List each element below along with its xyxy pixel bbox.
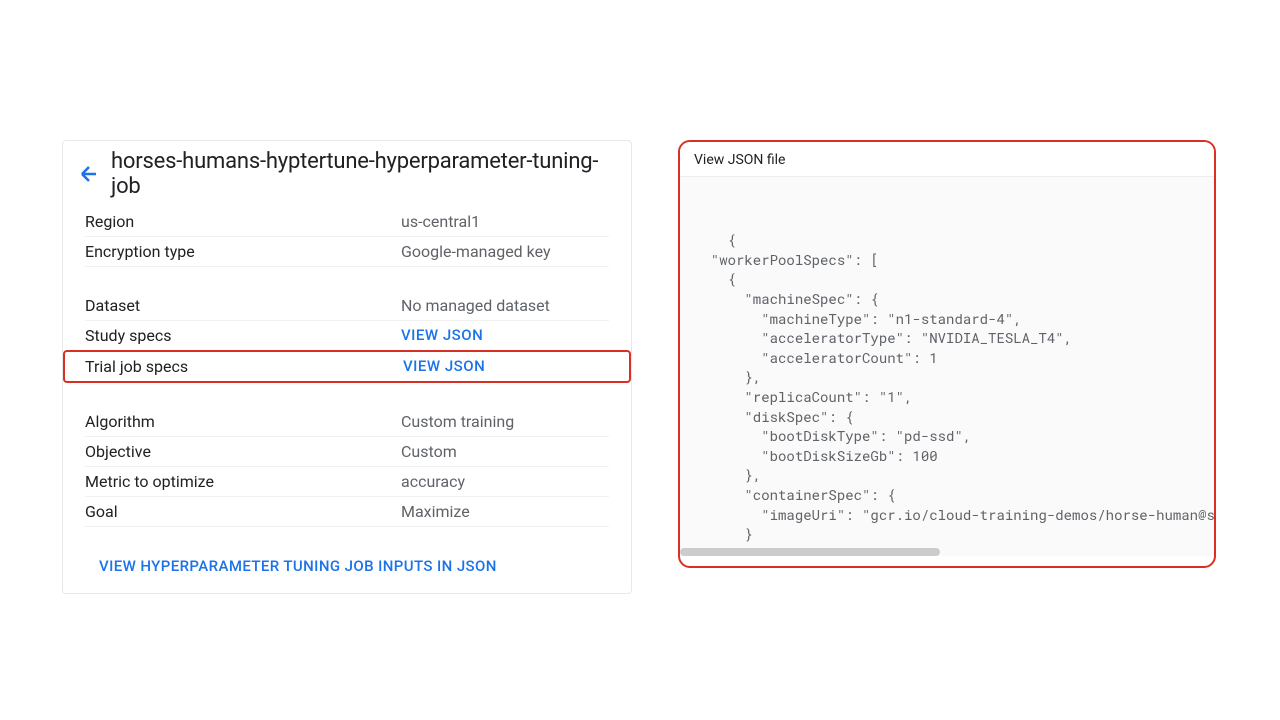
trial-job-specs-row: Trial job specs VIEW JSON xyxy=(63,350,631,383)
job-details-panel: horses-humans-hyptertune-hyperparameter-… xyxy=(62,140,632,594)
dataset-row: Dataset No managed dataset xyxy=(85,291,609,321)
metric-label: Metric to optimize xyxy=(85,472,401,491)
objective-row: Objective Custom xyxy=(85,437,609,467)
json-content: { "workerPoolSpecs": [ { "machineSpec": … xyxy=(680,176,1214,556)
dataset-label: Dataset xyxy=(85,296,401,315)
goal-label: Goal xyxy=(85,502,401,521)
region-row: Region us-central1 xyxy=(85,207,609,237)
encryption-value: Google-managed key xyxy=(401,242,551,261)
region-label: Region xyxy=(85,212,401,231)
trial-job-specs-label: Trial job specs xyxy=(85,357,403,376)
objective-value: Custom xyxy=(401,442,457,461)
metric-value: accuracy xyxy=(401,472,465,491)
objective-label: Objective xyxy=(85,442,401,461)
json-viewer-title: View JSON file xyxy=(680,142,1214,176)
trial-job-specs-view-json-link[interactable]: VIEW JSON xyxy=(403,357,485,376)
encryption-row: Encryption type Google-managed key xyxy=(85,237,609,267)
horizontal-scrollbar[interactable] xyxy=(680,548,940,556)
header: horses-humans-hyptertune-hyperparameter-… xyxy=(63,141,631,207)
study-specs-row: Study specs VIEW JSON xyxy=(85,321,609,350)
metric-row: Metric to optimize accuracy xyxy=(85,467,609,497)
back-arrow-icon[interactable] xyxy=(77,162,101,186)
view-inputs-json-link[interactable]: VIEW HYPERPARAMETER TUNING JOB INPUTS IN… xyxy=(99,557,609,575)
region-value: us-central1 xyxy=(401,212,480,231)
goal-row: Goal Maximize xyxy=(85,497,609,527)
study-specs-label: Study specs xyxy=(85,326,401,345)
algorithm-label: Algorithm xyxy=(85,412,401,431)
dataset-value: No managed dataset xyxy=(401,296,550,315)
copy-icon[interactable] xyxy=(1178,191,1198,211)
algorithm-row: Algorithm Custom training xyxy=(85,407,609,437)
algorithm-value: Custom training xyxy=(401,412,514,431)
page-title: horses-humans-hyptertune-hyperparameter-… xyxy=(111,149,617,199)
json-viewer-panel: View JSON file { "workerPoolSpecs": [ { … xyxy=(678,140,1216,568)
goal-value: Maximize xyxy=(401,502,470,521)
json-text: { "workerPoolSpecs": [ { "machineSpec": … xyxy=(694,230,1214,556)
study-specs-view-json-link[interactable]: VIEW JSON xyxy=(401,326,483,345)
encryption-label: Encryption type xyxy=(85,242,401,261)
details-section: Region us-central1 Encryption type Googl… xyxy=(63,207,631,593)
